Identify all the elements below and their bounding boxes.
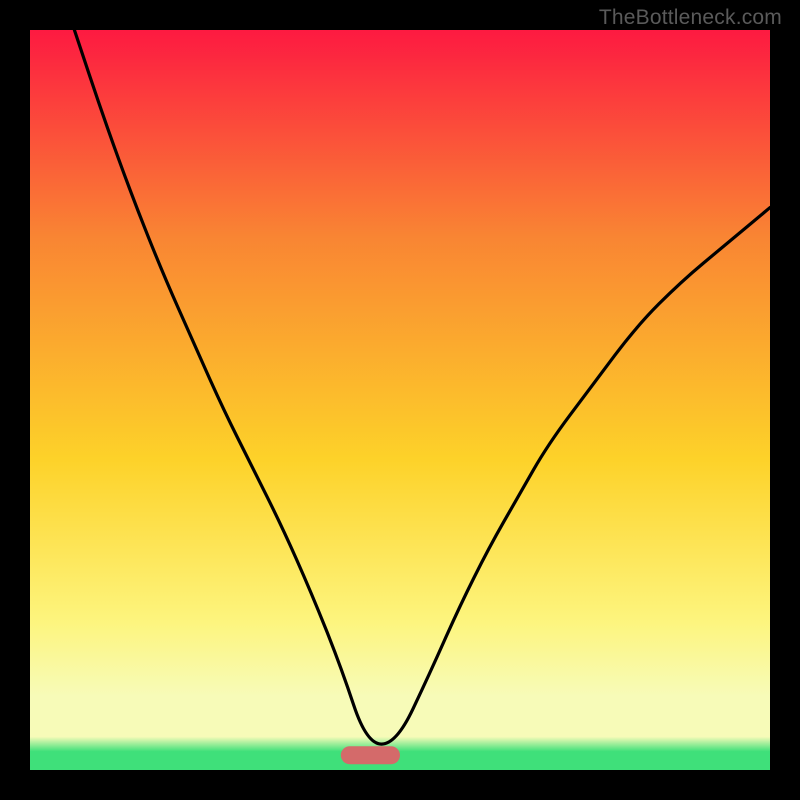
watermark-text: TheBottleneck.com	[599, 6, 782, 30]
chart-container: TheBottleneck.com	[0, 0, 800, 800]
chart-svg	[30, 30, 770, 770]
plot-area	[30, 30, 770, 770]
